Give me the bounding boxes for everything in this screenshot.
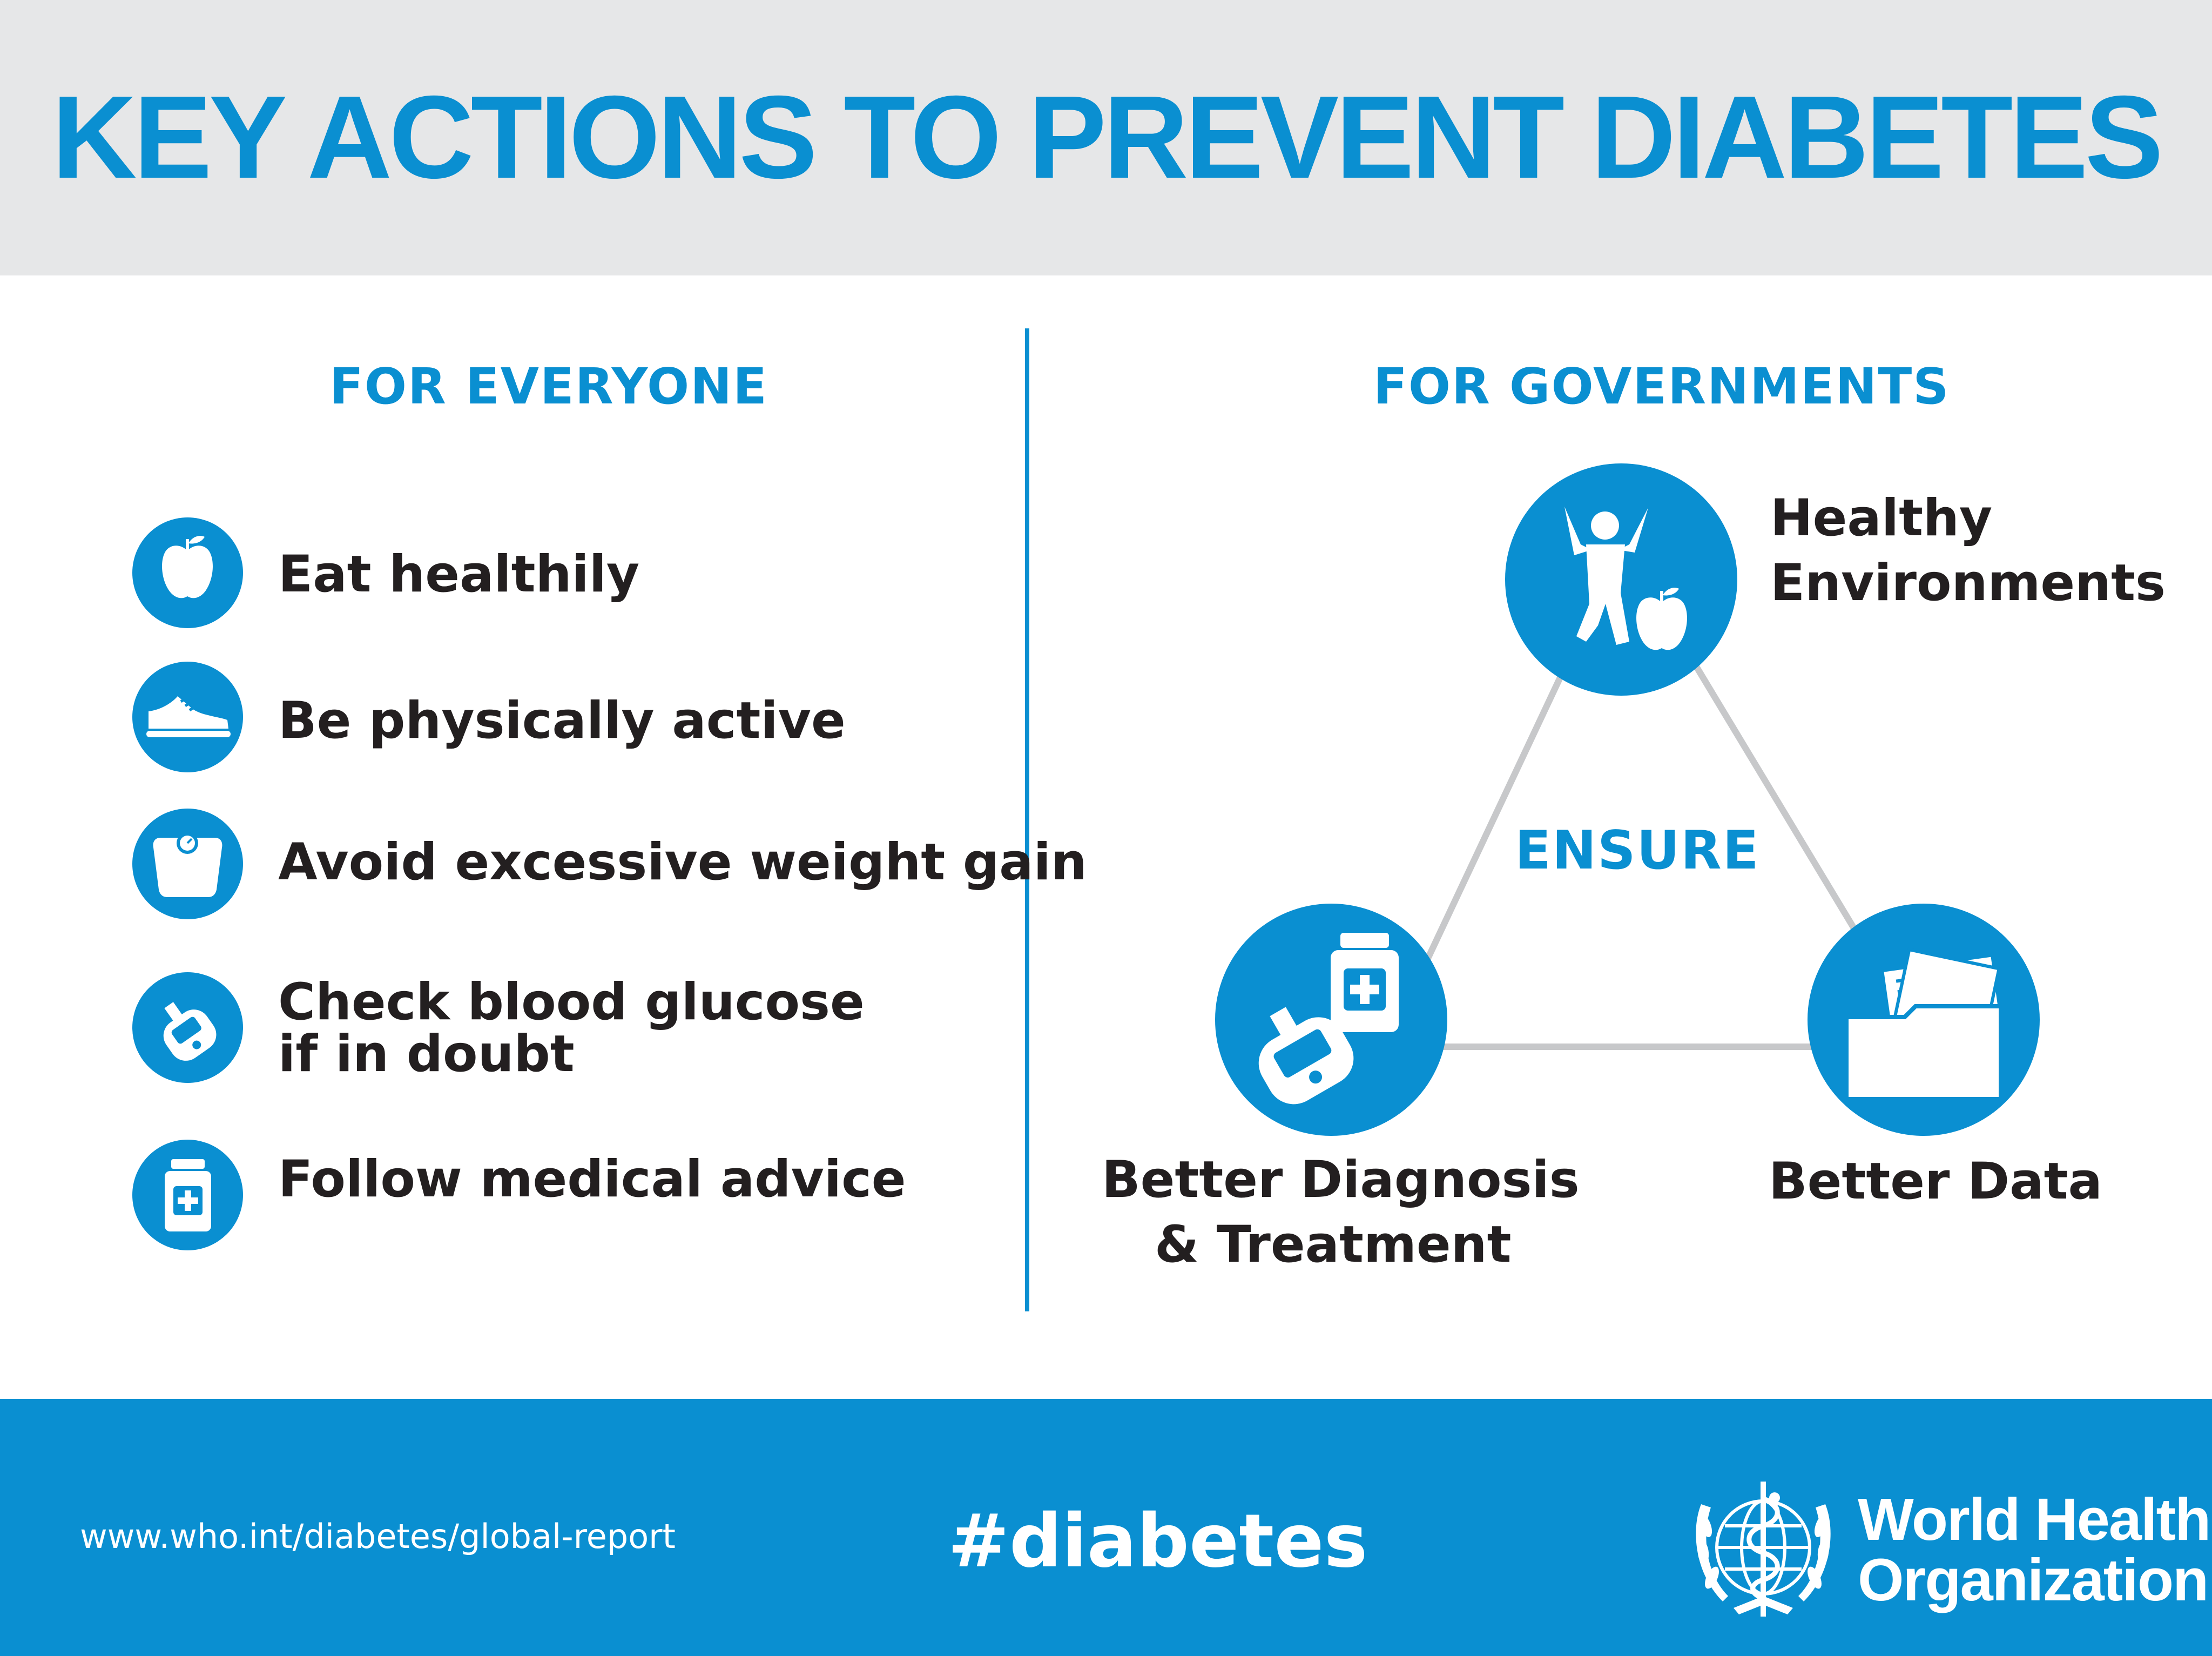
better-data-label: Better Data <box>1769 1152 2102 1211</box>
who-emblem-icon <box>1696 1482 1831 1617</box>
better-diagnosis-line-1: Better Diagnosis <box>1102 1150 1580 1209</box>
ensure-label: ENSURE <box>1515 820 1760 881</box>
report-link[interactable]: www.who.int/diabetes/global-report <box>80 1517 676 1556</box>
organization-name-line-1: World Health <box>1858 1486 2211 1553</box>
glucose-meter-medicine-icon <box>1215 904 1447 1136</box>
organization-name-line-2: Organization <box>1858 1547 2209 1613</box>
folder-documents-icon <box>1808 904 2040 1136</box>
hashtag: #diabetes <box>948 1499 1368 1584</box>
better-diagnosis-line-2: & Treatment <box>1155 1215 1512 1274</box>
active-person-apple-icon <box>1505 463 1737 696</box>
healthy-environments-line-1: Healthy <box>1770 489 1993 548</box>
healthy-environments-line-2: Environments <box>1770 554 2166 612</box>
